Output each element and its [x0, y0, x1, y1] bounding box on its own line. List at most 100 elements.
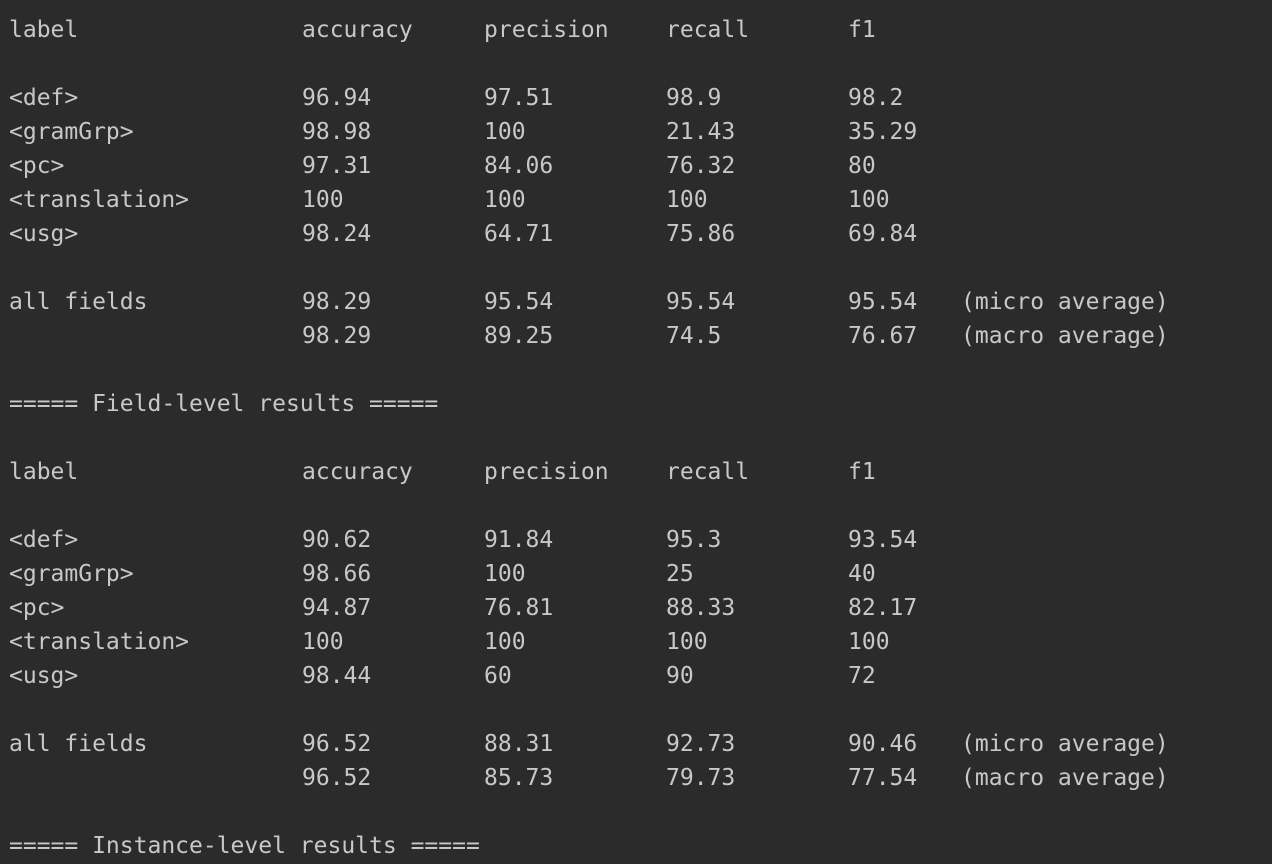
row-precision: 100	[484, 119, 526, 145]
summary-note: (micro average)	[961, 289, 1169, 315]
row-f1: 82.17	[848, 595, 918, 621]
section-heading-instance-level: ===== Instance-level results =====	[0, 829, 480, 863]
summary-f1: 77.54	[848, 765, 918, 791]
section-heading-text: ===== Field-level results =====	[9, 391, 439, 417]
row-label: <gramGrp>	[9, 561, 134, 587]
row-accuracy: 98.66	[302, 561, 372, 587]
row-label: <translation>	[9, 629, 190, 655]
summary-accuracy: 98.29	[302, 289, 372, 315]
row-precision: 60	[484, 663, 512, 689]
summary-precision: 95.54	[484, 289, 554, 315]
row-f1: 69.84	[848, 221, 918, 247]
row-precision: 97.51	[484, 85, 554, 111]
summary-recall: 79.73	[666, 765, 736, 791]
column-header-accuracy: accuracy	[302, 459, 413, 485]
row-accuracy: 97.31	[302, 153, 372, 179]
column-header-label: label	[9, 459, 79, 485]
summary-row-macro: 96.52 85.73 79.73 77.54 (macro average)	[0, 761, 1169, 795]
table-row: <gramGrp> 98.98 100 21.43 35.29	[0, 115, 917, 149]
row-f1: 100	[848, 629, 890, 655]
row-f1: 98.2	[848, 85, 904, 111]
column-header-precision: precision	[484, 17, 609, 43]
summary-row-micro: all fields 98.29 95.54 95.54 95.54 (micr…	[0, 285, 1169, 319]
row-recall: 76.32	[666, 153, 736, 179]
summary-row-macro: 98.29 89.25 74.5 76.67 (macro average)	[0, 319, 1169, 353]
row-accuracy: 98.44	[302, 663, 372, 689]
summary-accuracy: 96.52	[302, 765, 372, 791]
summary-accuracy: 96.52	[302, 731, 372, 757]
column-header-label: label	[9, 17, 79, 43]
terminal-output: label accuracy precision recall f1 <def>…	[0, 0, 1272, 864]
row-precision: 100	[484, 187, 526, 213]
row-recall: 88.33	[666, 595, 736, 621]
table-row: <pc> 94.87 76.81 88.33 82.17	[0, 591, 917, 625]
summary-f1: 95.54	[848, 289, 918, 315]
row-label: <usg>	[9, 221, 79, 247]
summary-label: all fields	[9, 289, 148, 315]
row-recall: 25	[666, 561, 694, 587]
row-accuracy: 98.24	[302, 221, 372, 247]
row-accuracy: 98.98	[302, 119, 372, 145]
row-f1: 72	[848, 663, 876, 689]
summary-recall: 95.54	[666, 289, 736, 315]
row-accuracy: 94.87	[302, 595, 372, 621]
row-f1: 100	[848, 187, 890, 213]
row-precision: 91.84	[484, 527, 554, 553]
table-header: label accuracy precision recall f1	[0, 455, 876, 489]
row-precision: 84.06	[484, 153, 554, 179]
row-precision: 100	[484, 561, 526, 587]
column-header-f1: f1	[848, 17, 876, 43]
row-recall: 75.86	[666, 221, 736, 247]
row-precision: 76.81	[484, 595, 554, 621]
row-recall: 90	[666, 663, 694, 689]
row-recall: 95.3	[666, 527, 722, 553]
summary-recall: 92.73	[666, 731, 736, 757]
summary-accuracy: 98.29	[302, 323, 372, 349]
column-header-recall: recall	[666, 459, 750, 485]
table-row: <usg> 98.24 64.71 75.86 69.84	[0, 217, 917, 251]
summary-row-micro: all fields 96.52 88.31 92.73 90.46 (micr…	[0, 727, 1169, 761]
row-label: <usg>	[9, 663, 79, 689]
column-header-recall: recall	[666, 17, 750, 43]
summary-note: (macro average)	[961, 765, 1169, 791]
row-precision: 100	[484, 629, 526, 655]
row-recall: 100	[666, 629, 708, 655]
row-label: <gramGrp>	[9, 119, 134, 145]
summary-precision: 85.73	[484, 765, 554, 791]
summary-f1: 90.46	[848, 731, 918, 757]
row-f1: 40	[848, 561, 876, 587]
row-accuracy: 90.62	[302, 527, 372, 553]
table-row: <translation> 100 100 100 100	[0, 183, 890, 217]
row-label: <pc>	[9, 153, 65, 179]
summary-recall: 74.5	[666, 323, 722, 349]
table-row: <def> 90.62 91.84 95.3 93.54	[0, 523, 917, 557]
row-accuracy: 100	[302, 629, 344, 655]
row-accuracy: 96.94	[302, 85, 372, 111]
column-header-accuracy: accuracy	[302, 17, 413, 43]
row-label: <translation>	[9, 187, 190, 213]
table-row: <translation> 100 100 100 100	[0, 625, 890, 659]
table-row: <pc> 97.31 84.06 76.32 80	[0, 149, 876, 183]
row-f1: 35.29	[848, 119, 918, 145]
row-accuracy: 100	[302, 187, 344, 213]
column-header-precision: precision	[484, 459, 609, 485]
row-label: <def>	[9, 527, 79, 553]
table-row: <usg> 98.44 60 90 72	[0, 659, 876, 693]
table-row: <gramGrp> 98.66 100 25 40	[0, 557, 876, 591]
summary-f1: 76.67	[848, 323, 918, 349]
row-label: <def>	[9, 85, 79, 111]
row-label: <pc>	[9, 595, 65, 621]
row-recall: 98.9	[666, 85, 722, 111]
summary-note: (macro average)	[961, 323, 1169, 349]
section-heading-text: ===== Instance-level results =====	[9, 833, 480, 859]
summary-note: (micro average)	[961, 731, 1169, 757]
row-f1: 80	[848, 153, 876, 179]
row-recall: 100	[666, 187, 708, 213]
section-heading-field-level: ===== Field-level results =====	[0, 387, 438, 421]
column-header-f1: f1	[848, 459, 876, 485]
row-f1: 93.54	[848, 527, 918, 553]
table-header: label accuracy precision recall f1	[0, 13, 876, 47]
table-row: <def> 96.94 97.51 98.9 98.2	[0, 81, 903, 115]
row-precision: 64.71	[484, 221, 554, 247]
summary-precision: 88.31	[484, 731, 554, 757]
